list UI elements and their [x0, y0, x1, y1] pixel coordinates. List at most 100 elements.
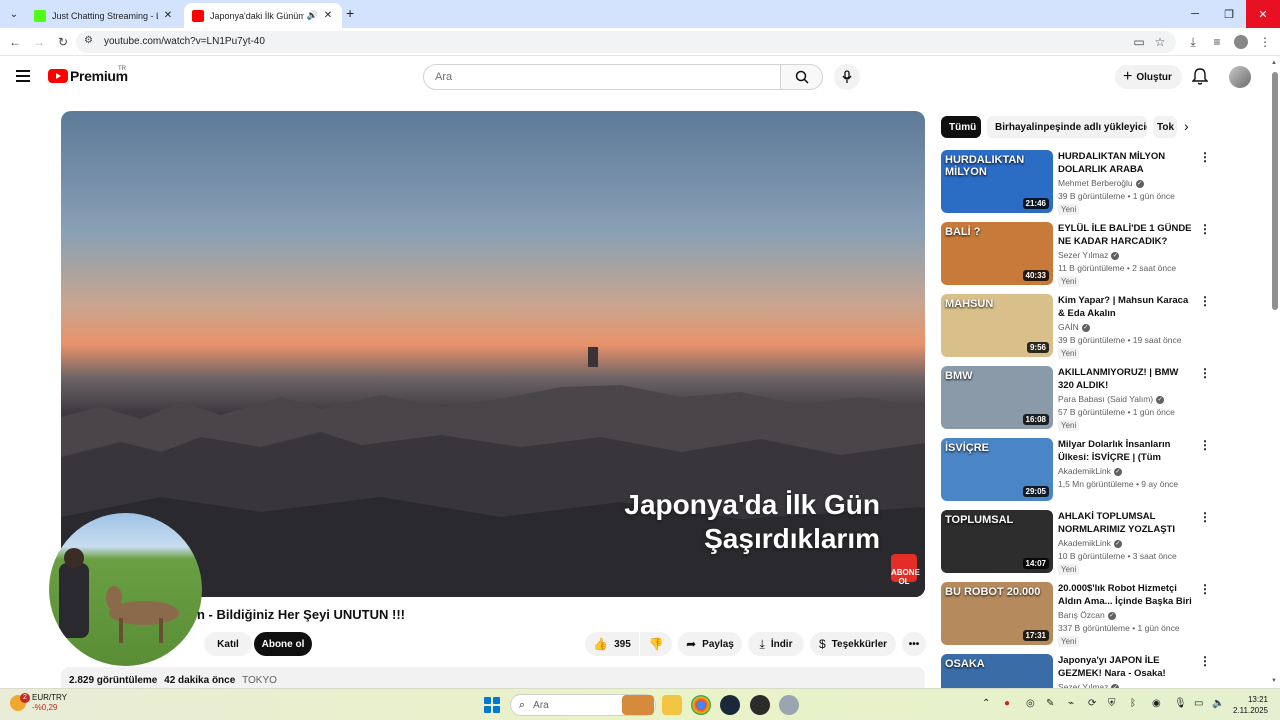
download-button[interactable]: ⤓ İndir — [748, 632, 804, 656]
microphone-icon[interactable]: 🎙 — [1174, 698, 1187, 709]
video-player[interactable]: Japonya'da İlk Gün Şaşırdıklarım ABONE O… — [61, 111, 925, 597]
shield-icon[interactable]: ⛨ — [1108, 698, 1116, 709]
video-thumbnail[interactable]: TOPLUMSAL 14:07 — [941, 510, 1053, 573]
tab-youtube-video[interactable]: Japonya'daki İlk Günüm - B 🔊 ✕ — [184, 3, 342, 28]
chrome-icon[interactable] — [691, 695, 711, 715]
recommendation-title[interactable]: Japonya'yı JAPON İLE GEZMEK! Nara - Osak… — [1058, 654, 1193, 680]
channel-name[interactable]: Sezer Yılmaz✓ — [1058, 250, 1120, 260]
account-avatar[interactable] — [1229, 66, 1251, 88]
channel-name[interactable]: Mehmet Berberoğlu ✓ — [1058, 178, 1144, 188]
video-thumbnail[interactable]: HURDALIKTAN MİLYON 21:46 — [941, 150, 1053, 213]
recommendation-title[interactable]: Milyar Dolarlık İnsanların Ülkesi: İSVİÇ… — [1058, 438, 1193, 464]
site-info-icon[interactable]: ⚙ — [84, 35, 93, 46]
cast-icon[interactable]: ▭ — [1130, 33, 1148, 51]
recommendation-item[interactable]: MAHSUN 9:56 Kim Yapar? | Mahsun Karaca & E… — [941, 294, 1221, 359]
steam-icon[interactable] — [720, 695, 740, 715]
video-thumbnail[interactable]: BU ROBOT 20.000 17:31 — [941, 582, 1053, 645]
channel-name[interactable]: AkademikLink ✓ — [1058, 466, 1122, 476]
close-tab-icon[interactable]: ✕ — [162, 10, 174, 21]
join-button[interactable]: Katıl — [204, 632, 252, 656]
search-button[interactable] — [781, 64, 823, 90]
close-window-button[interactable]: ✕ — [1246, 0, 1280, 28]
like-button[interactable]: 👍 395 — [585, 632, 639, 656]
recommendation-title[interactable]: EYLÜL İLE BALİ'DE 1 GÜNDE NE KADAR HARCA… — [1058, 222, 1193, 248]
speaker-icon[interactable]: 🔊 — [307, 10, 318, 21]
channel-name[interactable]: Barış Özcan ✓ — [1058, 610, 1116, 620]
recommendation-item[interactable]: BMW 16:08 AKILLANMIYORUZ! | BMW 320 ALDIK!… — [941, 366, 1221, 431]
chevron-right-icon[interactable]: › — [1184, 118, 1189, 134]
tab-just-chatting[interactable]: Just Chatting Streaming - Live S ✕ — [26, 3, 182, 28]
close-tab-icon[interactable]: ✕ — [322, 10, 334, 21]
more-vertical-icon[interactable]: ⋮ — [1199, 510, 1211, 524]
address-bar[interactable]: ⚙ youtube.com/watch?v=LN1Pu7yt-40 — [76, 31, 1176, 53]
settings-gear-icon[interactable] — [779, 695, 799, 715]
minimize-button[interactable]: ─ — [1178, 0, 1212, 28]
youtube-premium-logo[interactable]: Premium — [48, 68, 128, 84]
video-thumbnail[interactable]: İSVİÇRE 29:05 — [941, 438, 1053, 501]
new-tab-button[interactable]: + — [346, 5, 354, 21]
app-icon[interactable] — [750, 695, 770, 715]
recommendation-item[interactable]: BALİ ? 40:33 EYLÜL İLE BALİ'DE 1 GÜNDE NE … — [941, 222, 1221, 287]
scroll-down-arrow-icon[interactable]: ▼ — [1271, 678, 1277, 684]
video-thumbnail[interactable]: BALİ ? 40:33 — [941, 222, 1053, 285]
create-button[interactable]: + Oluştur — [1115, 65, 1182, 89]
profile-avatar[interactable] — [1232, 33, 1250, 51]
more-vertical-icon[interactable]: ⋮ — [1199, 438, 1211, 452]
video-thumbnail[interactable]: MAHSUN 9:56 — [941, 294, 1053, 357]
search-input[interactable] — [424, 65, 780, 89]
currency-widget[interactable]: 2 EUR/TRY -%0,29 — [10, 693, 67, 713]
camera-icon[interactable]: ◉ — [1152, 698, 1161, 709]
voice-search-button[interactable] — [834, 64, 860, 90]
more-vertical-icon[interactable]: ⋮ — [1199, 366, 1211, 380]
more-vertical-icon[interactable]: ⋮ — [1199, 654, 1211, 668]
browser-menu-icon[interactable]: ⋮ — [1256, 33, 1274, 51]
start-button[interactable] — [484, 697, 500, 713]
recommendation-title[interactable]: AKILLANMIYORUZ! | BMW 320 ALDIK! — [1058, 366, 1193, 392]
recommendation-title[interactable]: 20.000$'lık Robot Hizmetçi Aldın Ama... … — [1058, 582, 1193, 608]
scrollbar-thumb[interactable] — [1272, 72, 1278, 310]
show-hidden-icons-icon[interactable]: ⌃ — [982, 698, 990, 709]
search-field[interactable] — [423, 64, 781, 90]
recommendation-item[interactable]: İSVİÇRE 29:05 Milyar Dolarlık İnsanların Ü… — [941, 438, 1221, 502]
network-icon[interactable]: ⌁ — [1068, 698, 1074, 709]
recommendation-item[interactable]: HURDALIKTAN MİLYON 21:46 HURDALIKTAN MİLYO… — [941, 150, 1221, 215]
recommendation-item[interactable]: BU ROBOT 20.000 17:31 20.000$'lık Robot Hi… — [941, 582, 1221, 647]
pen-icon[interactable]: ✎ — [1046, 698, 1054, 709]
recommendation-title[interactable]: AHLAKİ TOPLUMSAL NORMLARIMIZ YOZLAŞTI MI… — [1058, 510, 1193, 536]
scroll-up-arrow-icon[interactable]: ▲ — [1271, 60, 1277, 66]
reload-button[interactable]: ↻ — [54, 33, 72, 51]
restore-button[interactable]: ❐ — [1212, 0, 1246, 28]
channel-name[interactable]: AkademikLink ✓ — [1058, 538, 1122, 548]
more-vertical-icon[interactable]: ⋮ — [1199, 222, 1211, 236]
subscribe-watermark[interactable]: ABONE OL — [891, 554, 920, 586]
share-button[interactable]: ➦ Paylaş — [678, 632, 742, 656]
downloads-icon[interactable]: ⤓ — [1184, 33, 1202, 51]
video-thumbnail[interactable]: BMW 16:08 — [941, 366, 1053, 429]
chip-from-uploader[interactable]: Birhayalinpeşinde adlı yükleyiciden — [987, 116, 1147, 138]
channel-name[interactable]: GAİN ✓ — [1058, 322, 1090, 332]
bookmark-star-icon[interactable]: ☆ — [1151, 33, 1169, 51]
sync-icon[interactable]: ⟳ — [1088, 698, 1096, 709]
chip-all[interactable]: Tümü — [941, 116, 981, 138]
more-vertical-icon[interactable]: ⋮ — [1199, 294, 1211, 308]
bluetooth-icon[interactable]: ᛒ — [1130, 698, 1136, 709]
back-button[interactable]: ← — [6, 33, 24, 51]
search-highlight-icon[interactable] — [622, 695, 654, 715]
volume-icon[interactable]: 🔈 — [1212, 698, 1224, 709]
recommendation-title[interactable]: HURDALIKTAN MİLYON DOLARLIK ARABA ALIYOR… — [1058, 150, 1193, 176]
channel-name[interactable]: Para Babası (Said Yalım) ✓ — [1058, 394, 1165, 404]
subscribe-button[interactable]: Abone ol — [254, 632, 312, 656]
file-explorer-icon[interactable] — [662, 695, 682, 715]
more-actions-button[interactable]: ••• — [902, 632, 926, 656]
more-vertical-icon[interactable]: ⋮ — [1199, 582, 1211, 596]
display-icon[interactable]: ▭ — [1194, 698, 1203, 709]
recording-icon[interactable]: ● — [1004, 698, 1010, 709]
tab-search-button[interactable]: ⌄ — [4, 4, 24, 24]
chip-tokyo[interactable]: Tok — [1153, 116, 1177, 138]
dislike-button[interactable]: 👎 — [640, 632, 672, 656]
reading-list-icon[interactable]: ≡ — [1208, 33, 1226, 51]
recommendation-item[interactable]: TOPLUMSAL 14:07 AHLAKİ TOPLUMSAL NORMLARIM… — [941, 510, 1221, 575]
forward-button[interactable]: → — [30, 33, 48, 51]
notifications-bell-icon[interactable] — [1192, 68, 1208, 86]
hashtag[interactable]: TOKYO — [242, 675, 277, 686]
